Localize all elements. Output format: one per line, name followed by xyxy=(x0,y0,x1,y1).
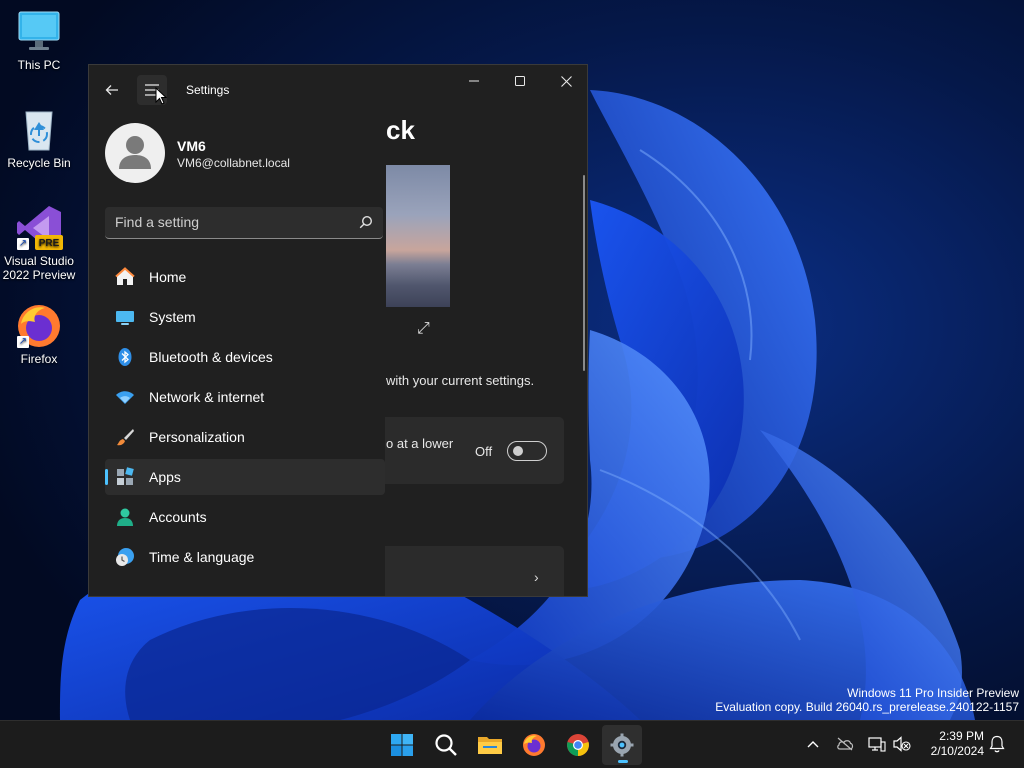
shortcut-arrow-icon: ↗ xyxy=(17,336,29,348)
desktop-icon-label: Firefox xyxy=(20,352,58,366)
desktop-icon-recycle-bin[interactable]: Recycle Bin xyxy=(2,106,76,170)
accounts-icon xyxy=(117,508,133,526)
cloud-offline-icon xyxy=(837,737,854,751)
settings-icon xyxy=(610,733,634,757)
start-button[interactable] xyxy=(382,725,422,765)
clock-time: 2:39 PM xyxy=(939,729,984,743)
clock-date: 2/10/2024 xyxy=(930,744,984,758)
wifi-icon xyxy=(116,391,134,404)
nav-item-system[interactable]: System xyxy=(105,299,385,335)
watermark-line-1: Windows 11 Pro Insider Preview xyxy=(847,686,1019,700)
nav-item-home[interactable]: Home xyxy=(105,259,385,295)
wallpaper-preview-image xyxy=(386,165,450,307)
user-icon xyxy=(119,136,151,169)
nav-item-accounts[interactable]: Accounts xyxy=(105,499,385,535)
search-box xyxy=(105,207,383,239)
file-explorer-button[interactable] xyxy=(470,725,510,765)
window-title: Settings xyxy=(186,83,230,97)
maximize-icon xyxy=(515,76,525,86)
pre-badge: PRE xyxy=(39,238,60,249)
nav-item-network-internet[interactable]: Network & internet xyxy=(105,379,385,415)
nav-item-personalization[interactable]: Personalization xyxy=(105,419,385,455)
apps-icon xyxy=(117,467,134,485)
toggle-knob xyxy=(513,446,523,456)
scrollbar[interactable] xyxy=(583,175,585,371)
home-icon xyxy=(115,267,135,285)
recycle-bin-icon xyxy=(25,111,53,151)
arrow-left-icon xyxy=(105,85,118,95)
nav-item-label: Apps xyxy=(149,469,181,485)
taskbar-clock[interactable]: 2:39 PM 2/10/2024 xyxy=(918,729,984,759)
time-language-icon xyxy=(116,548,134,566)
back-button[interactable] xyxy=(97,75,127,105)
shortcut-arrow-icon: ↗ xyxy=(17,238,29,250)
navigation-pane: VM6 VM6@collabnet.local Home xyxy=(89,65,385,596)
profile-name: VM6 xyxy=(177,138,206,154)
monitor-icon xyxy=(18,11,60,50)
desktop-icon-label: Visual Studio 2022 Preview xyxy=(2,254,76,282)
nav-item-label: Bluetooth & devices xyxy=(149,349,273,365)
volume-tray-button[interactable] xyxy=(893,735,911,753)
page-heading: ck xyxy=(386,115,415,145)
search-icon xyxy=(435,734,457,756)
nav-item-apps[interactable]: Apps xyxy=(105,459,385,495)
active-app-indicator xyxy=(618,760,628,763)
firefox-icon xyxy=(523,734,545,756)
hint-text: with your current settings. xyxy=(386,373,535,388)
network-icon xyxy=(868,737,886,752)
nav-item-time-language[interactable]: Time & language xyxy=(105,539,385,575)
avatar[interactable] xyxy=(105,123,165,183)
desktop-icon-label: Recycle Bin xyxy=(7,156,71,170)
network-tray-button[interactable] xyxy=(868,735,886,753)
bluetooth-icon xyxy=(118,348,132,366)
brush-icon xyxy=(117,429,134,446)
taskbar-search-button[interactable] xyxy=(426,725,466,765)
mouse-cursor-icon xyxy=(155,87,167,105)
profile-email: VM6@collabnet.local xyxy=(177,156,290,170)
nav-item-label: Accounts xyxy=(149,509,207,525)
nav-item-label: Network & internet xyxy=(149,389,265,405)
watermark-line-2: Evaluation copy. Build 26040.rs_prerelea… xyxy=(715,700,1019,714)
chevron-up-icon xyxy=(807,741,819,748)
setting-toggle-switch[interactable] xyxy=(507,441,547,461)
speaker-muted-icon xyxy=(893,736,911,752)
chevron-right-icon: › xyxy=(534,569,539,585)
toggle-state-label: Off xyxy=(475,444,493,459)
chrome-taskbar-button[interactable] xyxy=(558,725,598,765)
desktop-icon-this-pc[interactable]: This PC xyxy=(2,8,76,72)
desktop-icon-firefox[interactable]: ↗ Firefox xyxy=(2,302,76,366)
notifications-button[interactable] xyxy=(988,735,1006,753)
search-icon[interactable] xyxy=(359,215,373,229)
settings-taskbar-button[interactable] xyxy=(602,725,642,765)
desktop-icon-visual-studio[interactable]: PRE ↗ Visual Studio 2022 Preview xyxy=(2,204,76,282)
onedrive-tray-button[interactable] xyxy=(836,735,854,753)
maximize-button[interactable] xyxy=(497,65,543,97)
nav-item-label: Time & language xyxy=(149,549,255,565)
settings-window: ck ⤢ with your current settings. o at a … xyxy=(88,64,588,597)
file-explorer-icon xyxy=(478,737,502,754)
taskbar: 2:39 PM 2/10/2024 xyxy=(0,720,1024,768)
search-input[interactable] xyxy=(105,207,345,237)
nav-item-label: Home xyxy=(149,269,187,285)
evaluation-watermark: Windows 11 Pro Insider Preview Evaluatio… xyxy=(715,686,1019,714)
firefox-taskbar-button[interactable] xyxy=(514,725,554,765)
setting-card-text: o at a lower xyxy=(386,436,454,451)
desktop-icon-label: This PC xyxy=(17,58,61,72)
close-button[interactable] xyxy=(543,65,587,97)
close-icon xyxy=(560,75,572,87)
minimize-button[interactable] xyxy=(451,65,497,97)
nav-item-label: System xyxy=(149,309,196,325)
chrome-icon xyxy=(567,734,589,756)
nav-item-label: Personalization xyxy=(149,429,245,445)
expand-icon[interactable]: ⤢ xyxy=(417,320,430,338)
bell-icon xyxy=(989,735,1005,753)
nav-item-bluetooth-devices[interactable]: Bluetooth & devices xyxy=(105,339,385,375)
system-icon xyxy=(116,311,134,325)
start-icon xyxy=(391,734,413,756)
minimize-icon xyxy=(469,80,479,82)
show-hidden-icons-button[interactable] xyxy=(804,735,822,753)
nav-list: Home System Bluetooth & devices Network … xyxy=(105,259,385,579)
